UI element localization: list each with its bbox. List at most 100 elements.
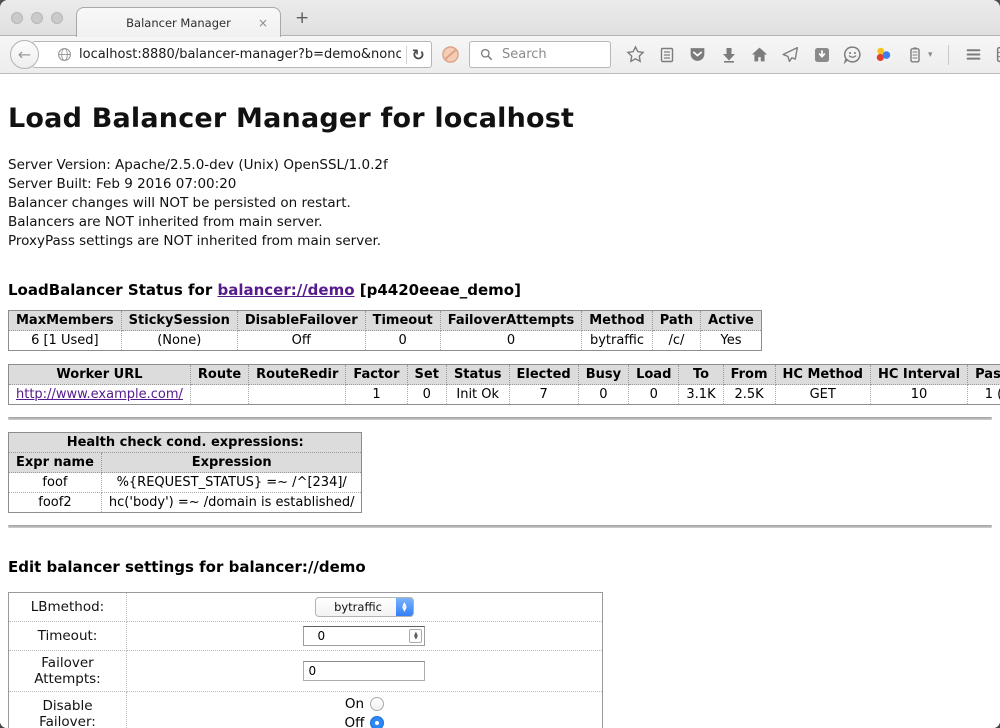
health-header-row: Expr name Expression xyxy=(9,453,362,473)
reading-list-icon[interactable] xyxy=(657,45,676,64)
val-timeout: 0 xyxy=(365,331,440,351)
val-disablefailover: Off xyxy=(237,331,365,351)
col-status: Status xyxy=(446,365,509,385)
health-row-foof: foof %{REQUEST_STATUS} =~ /^[234]/ xyxy=(9,473,362,493)
server-info: Server Version: Apache/2.5.0-dev (Unix) … xyxy=(8,156,992,251)
col-from: From xyxy=(723,365,775,385)
search-bar[interactable]: Search xyxy=(469,41,611,68)
health-row-foof2: foof2 hc('body') =~ /domain is establish… xyxy=(9,493,362,513)
col-elected: Elected xyxy=(509,365,578,385)
lbmethod-row: LBmethod: bytraffic ▲▼ xyxy=(9,593,603,622)
val-maxmembers: 6 [1 Used] xyxy=(9,331,122,351)
col-expression: Expression xyxy=(101,453,362,473)
col-maxmembers: MaxMembers xyxy=(9,311,122,331)
val-hc-interval: 10 xyxy=(870,385,967,405)
new-tab-button[interactable]: + xyxy=(295,8,309,28)
timeout-row: Timeout: ▲▼ xyxy=(9,622,603,651)
expr-name-foof: foof xyxy=(9,473,102,493)
val-elected: 7 xyxy=(509,385,578,405)
edit-balancer-heading: Edit balancer settings for balancer://de… xyxy=(8,558,992,576)
failover-attempts-row: Failover Attempts: xyxy=(9,651,603,692)
chat-icon[interactable] xyxy=(843,45,862,64)
back-button[interactable]: ← xyxy=(10,40,39,69)
loadbalancer-status-heading: LoadBalancer Status for balancer://demo … xyxy=(8,281,992,299)
val-load: 0 xyxy=(629,385,679,405)
tab-balancer-manager[interactable]: Balancer Manager × xyxy=(76,7,281,37)
number-stepper-icon[interactable]: ▲▼ xyxy=(409,629,422,643)
failover-attempts-label: Failover Attempts: xyxy=(9,651,127,692)
expr-value-foof2: hc('body') =~ /domain is established/ xyxy=(101,493,362,513)
col-load: Load xyxy=(629,365,679,385)
timeout-input[interactable] xyxy=(314,627,414,645)
bookmark-star-icon[interactable] xyxy=(626,45,645,64)
content-block-icon[interactable] xyxy=(441,45,460,64)
val-from: 2.5K xyxy=(723,385,775,405)
navigation-toolbar: ← localhost:8880/balancer-manager?b=demo… xyxy=(0,36,1000,74)
val-passes: 1 (0) xyxy=(968,385,1000,405)
url-divider xyxy=(406,46,407,64)
col-routeredir: RouteRedir xyxy=(249,365,346,385)
globe-icon xyxy=(55,45,74,64)
expr-value-foof: %{REQUEST_STATUS} =~ /^[234]/ xyxy=(101,473,362,493)
col-set: Set xyxy=(407,365,446,385)
val-route xyxy=(190,385,248,405)
val-hc-method: GET xyxy=(775,385,870,405)
disable-failover-label: Disable Failover: xyxy=(9,692,127,728)
radio-on-label: On xyxy=(345,696,364,712)
dropdown-caret-icon[interactable]: ▾ xyxy=(928,50,933,60)
worker-table: Worker URL Route RouteRedir Factor Set S… xyxy=(8,364,1000,405)
worker-url-link[interactable]: http://www.example.com/ xyxy=(16,387,183,402)
balancer-demo-link[interactable]: balancer://demo xyxy=(217,281,354,299)
failover-attempts-input[interactable] xyxy=(303,661,425,681)
val-status: Init Ok xyxy=(446,385,509,405)
worker-header-row: Worker URL Route RouteRedir Factor Set S… xyxy=(9,365,1000,385)
lbmethod-selected-value: bytraffic xyxy=(316,600,396,614)
search-icon xyxy=(477,45,496,64)
proxypass-warning-line: ProxyPass settings are NOT inherited fro… xyxy=(8,232,992,251)
url-text[interactable]: localhost:8880/balancer-manager?b=demo&n… xyxy=(79,47,401,62)
tab-close-icon[interactable]: × xyxy=(258,16,268,30)
tab-bar: Balancer Manager × + xyxy=(0,0,1000,36)
radio-off-label: Off xyxy=(345,715,365,728)
downloads-icon[interactable] xyxy=(719,45,738,64)
browser-window: Balancer Manager × + ← localhost:8880/ba… xyxy=(0,0,1000,728)
val-set: 0 xyxy=(407,385,446,405)
disable-failover-off-radio[interactable] xyxy=(370,716,384,728)
divider xyxy=(8,417,992,420)
edit-balancer-form: LBmethod: bytraffic ▲▼ Timeout: ▲▼ xyxy=(8,592,603,728)
col-hc-method: HC Method xyxy=(775,365,870,385)
col-passes: Passes xyxy=(968,365,1000,385)
timeout-label: Timeout: xyxy=(9,622,127,651)
reload-icon[interactable]: ↻ xyxy=(412,46,425,64)
save-page-icon[interactable] xyxy=(812,45,831,64)
disable-failover-on-radio[interactable] xyxy=(370,697,384,711)
lbmethod-select[interactable]: bytraffic ▲▼ xyxy=(315,597,414,617)
page-content: Load Balancer Manager for localhost Serv… xyxy=(0,103,1000,728)
send-tab-icon[interactable] xyxy=(781,45,800,64)
status-heading-suffix: [p4420eeae_demo] xyxy=(355,281,521,299)
pocket-icon[interactable] xyxy=(688,45,707,64)
page-title: Load Balancer Manager for localhost xyxy=(8,103,992,134)
window-controls xyxy=(11,12,63,24)
url-bar[interactable]: localhost:8880/balancer-manager?b=demo&n… xyxy=(32,41,432,68)
battery-icon[interactable] xyxy=(905,45,924,64)
col-failoverattempts: FailoverAttempts xyxy=(440,311,582,331)
home-icon[interactable] xyxy=(750,45,769,64)
menu-icon[interactable] xyxy=(964,45,983,64)
val-factor: 1 xyxy=(346,385,407,405)
balancer-header-row: MaxMembers StickySession DisableFailover… xyxy=(9,311,762,331)
val-stickysession: (None) xyxy=(121,331,237,351)
select-stepper-icon: ▲▼ xyxy=(396,597,413,617)
close-window-button[interactable] xyxy=(11,12,23,24)
color-dots-icon[interactable] xyxy=(874,45,893,64)
grid-addon-icon[interactable] xyxy=(995,45,1000,64)
col-disablefailover: DisableFailover xyxy=(237,311,365,331)
minimize-window-button[interactable] xyxy=(31,12,43,24)
toolbar-icons: ▾ xyxy=(626,45,1000,65)
inherit-warning-line: Balancers are NOT inherited from main se… xyxy=(8,213,992,232)
zoom-window-button[interactable] xyxy=(51,12,63,24)
val-to: 3.1K xyxy=(679,385,723,405)
col-busy: Busy xyxy=(578,365,628,385)
val-method: bytraffic xyxy=(582,331,652,351)
val-busy: 0 xyxy=(578,385,628,405)
